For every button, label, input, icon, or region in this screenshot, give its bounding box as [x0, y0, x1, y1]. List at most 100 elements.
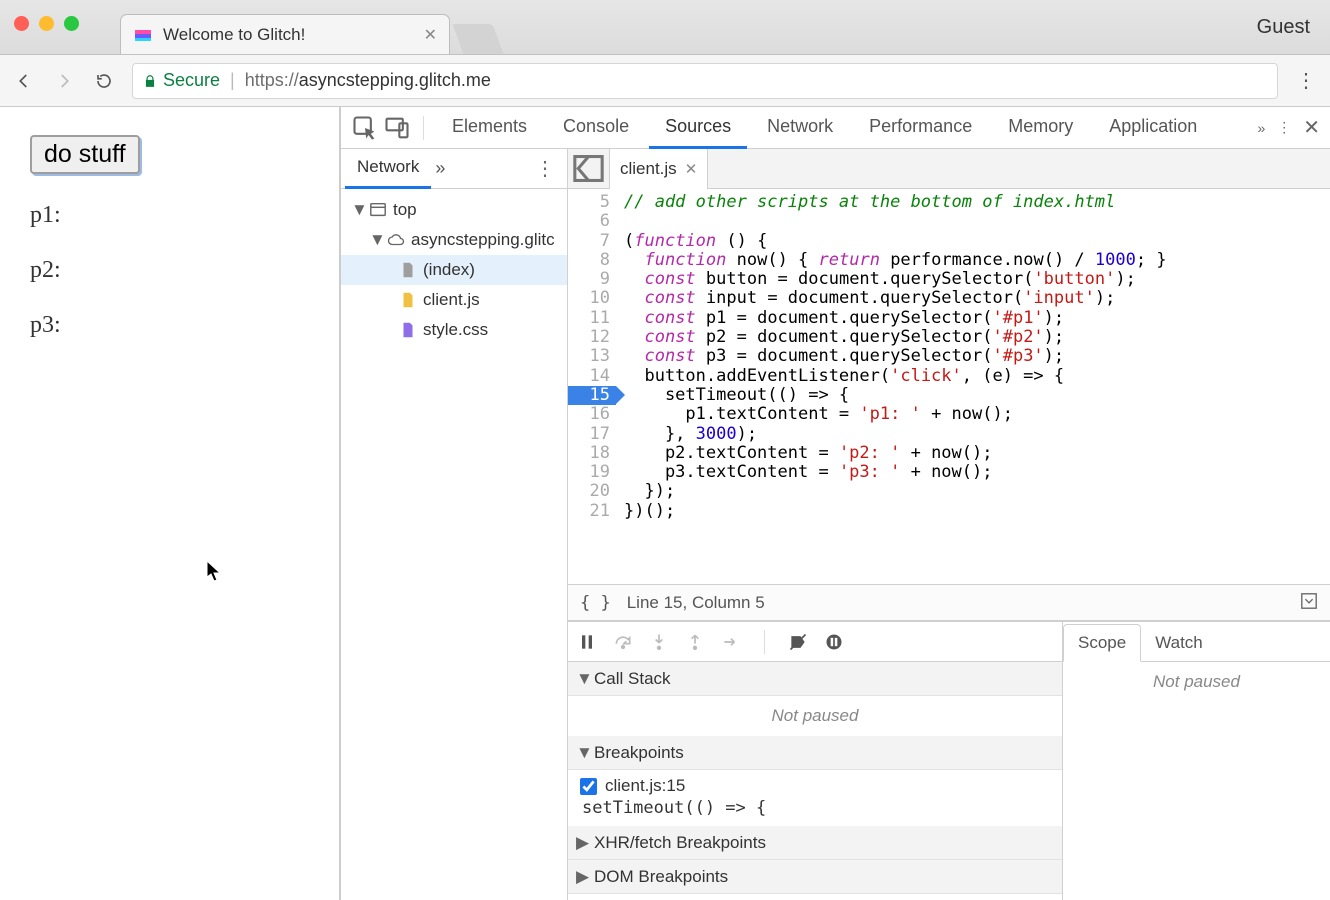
browser-menu-icon[interactable]: ⋮: [1294, 69, 1318, 93]
chevron-down-icon: ▼: [576, 743, 588, 763]
pause-on-exceptions-button[interactable]: [823, 631, 845, 653]
window-zoom-icon[interactable]: [64, 16, 79, 31]
new-tab-button[interactable]: [453, 24, 504, 54]
separator: [764, 630, 765, 654]
collapse-icon[interactable]: [1300, 592, 1318, 613]
url-separator: |: [230, 70, 235, 91]
tree-domain[interactable]: ▼ asyncstepping.glitc: [341, 225, 567, 255]
back-button[interactable]: [12, 69, 36, 93]
address-bar[interactable]: Secure | https://asyncstepping.glitch.me: [132, 63, 1278, 99]
xhr-breakpoints-header[interactable]: ▶ XHR/fetch Breakpoints: [568, 826, 1062, 860]
browser-tab-title: Welcome to Glitch!: [163, 25, 414, 45]
dom-breakpoints-header[interactable]: ▶ DOM Breakpoints: [568, 860, 1062, 894]
tree-file-label: client.js: [423, 290, 480, 310]
step-over-button[interactable]: [612, 631, 634, 653]
code-editor[interactable]: 56789 1011121314 15 161718192021 // add …: [568, 189, 1330, 584]
chevron-right-icon: ▶: [576, 833, 588, 853]
tab-close-icon[interactable]: ✕: [424, 25, 437, 45]
editor-tab-label: client.js: [620, 159, 677, 179]
call-stack-not-paused: Not paused: [568, 696, 1062, 736]
devtools-tabbar: Elements Console Sources Network Perform…: [341, 107, 1330, 149]
tab-application[interactable]: Application: [1093, 107, 1213, 149]
cloud-icon: [387, 231, 405, 249]
url-scheme: https://: [245, 70, 299, 90]
tab-memory[interactable]: Memory: [992, 107, 1089, 149]
chevron-right-icon: ▶: [576, 867, 588, 887]
deactivate-breakpoints-button[interactable]: [787, 631, 809, 653]
p3-text: p3:: [30, 312, 309, 339]
debugger-controls: [568, 622, 1062, 662]
scope-tab[interactable]: Scope: [1063, 624, 1141, 662]
tree-file-clientjs[interactable]: client.js: [341, 285, 567, 315]
navigator-tab-network[interactable]: Network: [345, 149, 431, 189]
breakpoints-label: Breakpoints: [594, 743, 684, 763]
editor-tab-clientjs[interactable]: client.js ✕: [610, 149, 708, 189]
p1-text: p1:: [30, 202, 309, 229]
secure-label: Secure: [163, 70, 220, 91]
debugger-left: ▼ Call Stack Not paused ▼ Breakpoints cl…: [568, 622, 1063, 900]
tree-top-label: top: [393, 200, 417, 220]
browser-tab[interactable]: Welcome to Glitch! ✕: [120, 14, 450, 54]
url-text: https://asyncstepping.glitch.me: [245, 70, 491, 91]
tab-network[interactable]: Network: [751, 107, 849, 149]
devtools-menu-icon[interactable]: ⋮: [1277, 119, 1291, 136]
editor-tabbar: client.js ✕: [568, 149, 1330, 189]
do-stuff-button[interactable]: do stuff: [30, 135, 140, 174]
profile-label[interactable]: Guest: [1257, 16, 1310, 39]
tree-file-label: style.css: [423, 320, 488, 340]
pretty-print-icon[interactable]: { }: [580, 593, 611, 613]
tree-file-stylecss[interactable]: style.css: [341, 315, 567, 345]
breakpoint-checkbox[interactable]: [580, 778, 597, 795]
js-file-icon: [399, 291, 417, 309]
editor-statusbar: { } Line 15, Column 5: [568, 584, 1330, 620]
tree-file-index[interactable]: (index): [341, 255, 567, 285]
window-close-icon[interactable]: [14, 16, 29, 31]
window-traffic-lights: [14, 16, 79, 31]
url-host: asyncstepping.glitch.me: [299, 70, 491, 90]
tree-top[interactable]: ▼ top: [341, 195, 567, 225]
devtools-close-icon[interactable]: ✕: [1303, 115, 1320, 140]
tab-elements[interactable]: Elements: [436, 107, 543, 149]
window-icon: [369, 201, 387, 219]
navigator-menu-icon[interactable]: ⋮: [527, 156, 563, 181]
watch-tab[interactable]: Watch: [1141, 625, 1217, 661]
step-out-button[interactable]: [684, 631, 706, 653]
breakpoint-location: client.js:15: [605, 776, 685, 796]
breakpoint-item[interactable]: client.js:15: [568, 770, 1062, 798]
pause-button[interactable]: [576, 631, 598, 653]
file-tree[interactable]: ▼ top ▼ asyncstepping.glitc (index): [341, 189, 567, 900]
tree-file-label: (index): [423, 260, 475, 280]
glitch-favicon-icon: [133, 25, 153, 45]
code-content[interactable]: // add other scripts at the bottom of in…: [616, 189, 1330, 584]
more-tabs-icon[interactable]: »: [1257, 120, 1265, 136]
step-button[interactable]: [720, 631, 742, 653]
tab-sources[interactable]: Sources: [649, 107, 747, 149]
navigator-more-icon[interactable]: »: [435, 158, 445, 179]
step-into-button[interactable]: [648, 631, 670, 653]
tab-performance[interactable]: Performance: [853, 107, 988, 149]
page-viewport: do stuff p1: p2: p3:: [0, 107, 341, 900]
debugger-right: Scope Watch Not paused: [1063, 622, 1330, 900]
breakpoint-marker[interactable]: 15: [568, 386, 616, 405]
device-toolbar-icon[interactable]: [383, 114, 411, 142]
line-gutter[interactable]: 56789 1011121314 15 161718192021: [568, 189, 616, 584]
browser-toolbar: Secure | https://asyncstepping.glitch.me…: [0, 55, 1330, 107]
call-stack-label: Call Stack: [594, 669, 671, 689]
editor-nav-history-icon[interactable]: [568, 149, 610, 189]
call-stack-header[interactable]: ▼ Call Stack: [568, 662, 1062, 696]
tree-domain-label: asyncstepping.glitc: [411, 230, 555, 250]
separator: [423, 116, 424, 140]
breakpoints-header[interactable]: ▼ Breakpoints: [568, 736, 1062, 770]
debugger-pane: ▼ Call Stack Not paused ▼ Breakpoints cl…: [568, 620, 1330, 900]
navigator-tabbar: Network » ⋮: [341, 149, 567, 189]
reload-button[interactable]: [92, 69, 116, 93]
browser-tabstrip: Welcome to Glitch! ✕ Guest: [0, 0, 1330, 55]
chevron-down-icon: ▼: [369, 230, 381, 250]
editor-tab-close-icon[interactable]: ✕: [685, 160, 698, 178]
forward-button[interactable]: [52, 69, 76, 93]
cursor-position: Line 15, Column 5: [627, 593, 765, 613]
chevron-down-icon: ▼: [576, 669, 588, 689]
inspect-element-icon[interactable]: [351, 114, 379, 142]
tab-console[interactable]: Console: [547, 107, 645, 149]
window-minimize-icon[interactable]: [39, 16, 54, 31]
